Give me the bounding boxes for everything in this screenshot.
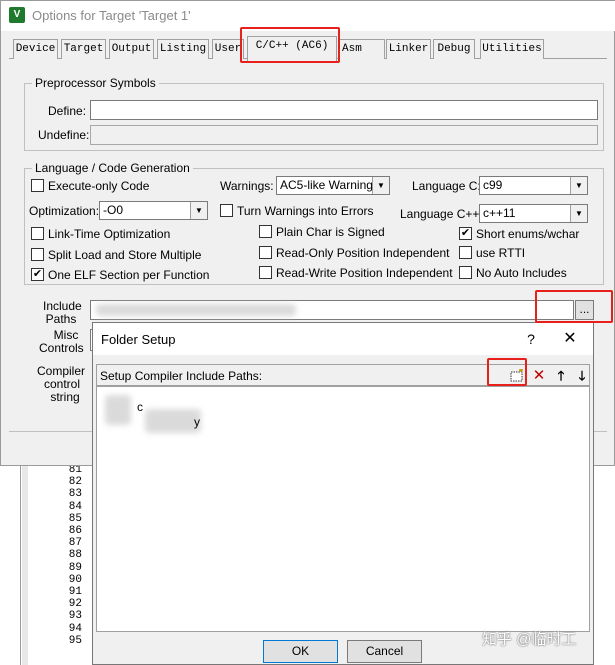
undefine-label: Undefine: <box>38 128 90 142</box>
plain-char-signed-label: Plain Char is Signed <box>276 225 385 239</box>
highlight-new-folder-button <box>487 358 527 386</box>
redacted-path-1 <box>105 395 131 425</box>
language-cpp-label: Language C++: <box>400 207 483 221</box>
link-time-opt-label: Link-Time Optimization <box>48 227 171 241</box>
chevron-down-icon: ▼ <box>570 205 587 222</box>
redacted-path-2 <box>145 409 201 433</box>
turn-warnings-errors-checkbox[interactable] <box>220 204 233 217</box>
compiler-string-label-line1: Compiler <box>37 364 86 378</box>
line-number: 95 <box>68 634 82 647</box>
close-button[interactable]: ✕ <box>559 329 581 349</box>
short-enums-label: Short enums/wchar <box>476 227 580 241</box>
ro-position-indep-label: Read-Only Position Independent <box>276 246 450 260</box>
include-path-list[interactable]: c y <box>96 386 590 632</box>
include-paths-label-line1: Include <box>43 299 82 313</box>
line-number: 87 <box>68 537 82 550</box>
line-number: 89 <box>68 561 82 574</box>
short-enums-checkbox[interactable]: ✔ <box>459 227 472 240</box>
split-load-store-label: Split Load and Store Multiple <box>48 248 202 262</box>
optimization-label: Optimization: <box>29 204 100 218</box>
tab-output[interactable]: Output <box>109 39 154 59</box>
line-number: 92 <box>68 598 82 611</box>
rw-position-indep-checkbox[interactable] <box>259 266 272 279</box>
misc-controls-label-line1: Misc <box>53 328 79 342</box>
line-number: 88 <box>68 549 82 562</box>
highlight-browse-button <box>535 290 613 323</box>
highlight-cpp-tab <box>240 27 340 63</box>
tab-device[interactable]: Device <box>13 39 58 59</box>
line-number: 85 <box>68 512 82 525</box>
execute-only-checkbox[interactable] <box>31 179 44 192</box>
move-up-icon[interactable]: 🡑 <box>551 367 571 385</box>
watermark: 知乎 @临时工 <box>482 631 577 648</box>
split-load-store-checkbox[interactable] <box>31 248 44 261</box>
line-number: 82 <box>68 476 82 489</box>
cancel-button[interactable]: Cancel <box>347 640 422 663</box>
turn-warnings-errors-label: Turn Warnings into Errors <box>237 204 374 218</box>
folder-setup-title: Folder Setup <box>101 332 176 347</box>
plain-char-signed-checkbox[interactable] <box>259 225 272 238</box>
ok-button[interactable]: OK <box>263 640 338 663</box>
warnings-value: AC5-like Warnings <box>280 178 379 192</box>
keil-app-icon: V <box>9 7 25 23</box>
language-c-select[interactable]: c99 ▼ <box>479 176 588 195</box>
chevron-down-icon: ▼ <box>570 177 587 194</box>
compiler-string-label-line2: control <box>43 377 81 391</box>
include-paths-label-line2: Paths <box>45 312 77 326</box>
warnings-label: Warnings: <box>220 179 274 193</box>
line-number: 83 <box>68 488 82 501</box>
line-number: 84 <box>68 500 82 513</box>
tab-debug[interactable]: Debug <box>433 39 475 59</box>
delete-icon[interactable]: ✕ <box>529 367 549 385</box>
preprocessor-group-title: Preprocessor Symbols <box>32 76 159 90</box>
path-fragment-2: y <box>194 415 200 429</box>
folder-setup-title-bar: Folder Setup ? ✕ <box>93 323 593 355</box>
language-cpp-value: c++11 <box>483 206 516 220</box>
no-auto-includes-label: No Auto Includes <box>476 266 567 280</box>
line-number: 93 <box>68 610 82 623</box>
misc-controls-label-line2: Controls <box>39 341 84 355</box>
tab-listing[interactable]: Listing <box>157 39 209 59</box>
chevron-down-icon: ▼ <box>190 202 207 219</box>
tab-target[interactable]: Target <box>61 39 106 59</box>
chevron-down-icon: ▼ <box>372 177 389 194</box>
execute-only-label: Execute-only Code <box>48 179 150 193</box>
folder-list-header-label: Setup Compiler Include Paths: <box>100 369 263 383</box>
optimization-value: -O0 <box>103 203 124 217</box>
optimization-select[interactable]: -O0 ▼ <box>99 201 208 220</box>
one-elf-section-label: One ELF Section per Function <box>48 268 210 282</box>
line-number: 90 <box>68 573 82 586</box>
move-down-icon[interactable]: 🡓 <box>572 367 592 385</box>
no-auto-includes-checkbox[interactable] <box>459 266 472 279</box>
line-number: 94 <box>68 622 82 635</box>
define-input[interactable] <box>90 100 598 120</box>
compiler-string-label-line3: string <box>50 390 80 404</box>
use-rtti-label: use RTTI <box>476 246 526 260</box>
line-number: 86 <box>68 525 82 537</box>
line-number-gutter: 81 82 83 84 85 86 87 88 89 90 91 92 93 94 95 <box>22 448 82 665</box>
path-fragment-1: c <box>137 400 143 414</box>
tab-utilities[interactable]: Utilities <box>480 39 544 59</box>
language-c-value: c99 <box>483 178 503 192</box>
tab-linker[interactable]: Linker <box>386 39 431 59</box>
window-title: Options for Target 'Target 1' <box>32 8 191 23</box>
link-time-opt-checkbox[interactable] <box>31 227 44 240</box>
ro-position-indep-checkbox[interactable] <box>259 246 272 259</box>
redacted-include-path <box>96 304 296 316</box>
tab-asm[interactable]: Asm <box>339 39 385 59</box>
language-c-label: Language C: <box>412 179 481 193</box>
undefine-input[interactable] <box>90 125 598 145</box>
use-rtti-checkbox[interactable] <box>459 246 472 259</box>
help-button[interactable]: ? <box>521 329 541 349</box>
define-label: Define: <box>48 104 87 118</box>
warnings-select[interactable]: AC5-like Warnings ▼ <box>276 176 390 195</box>
language-group-title: Language / Code Generation <box>32 161 193 175</box>
language-cpp-select[interactable]: c++11 ▼ <box>479 204 588 223</box>
one-elf-section-checkbox[interactable]: ✔ <box>31 268 44 281</box>
line-number: 91 <box>68 586 82 598</box>
rw-position-indep-label: Read-Write Position Independent <box>276 266 453 280</box>
